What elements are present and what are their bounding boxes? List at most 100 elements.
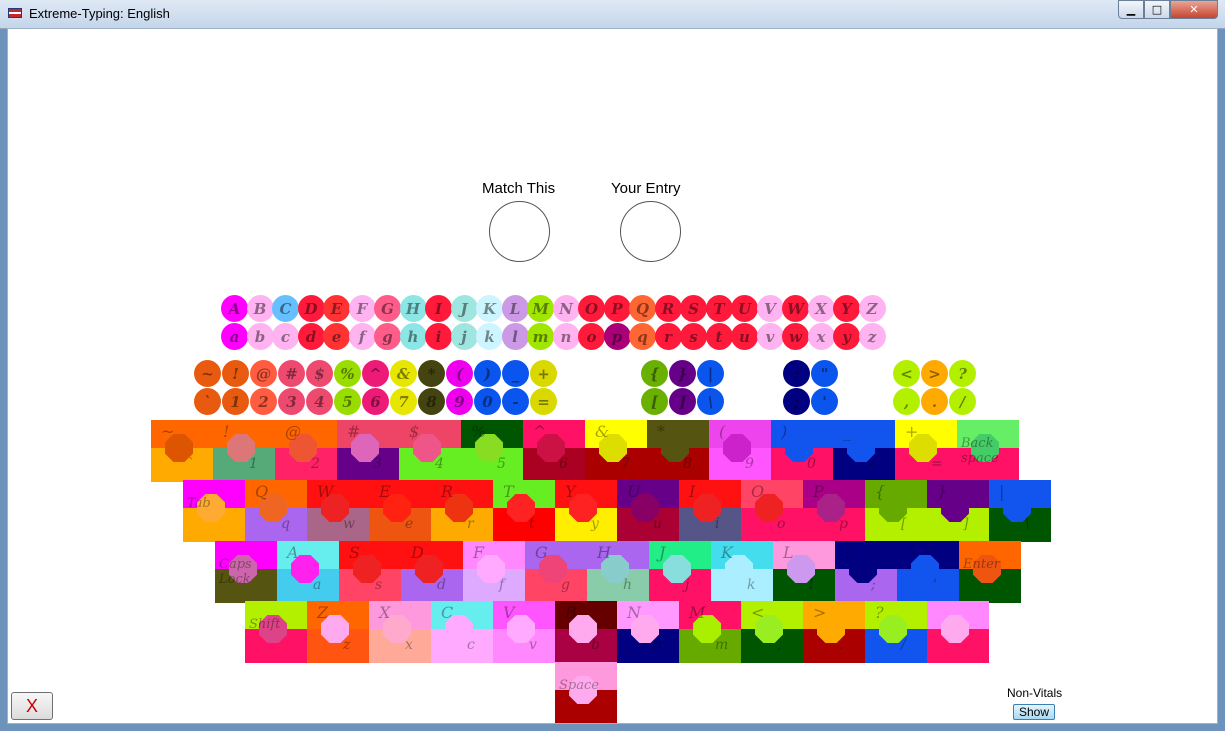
symbol-circle: )	[474, 360, 501, 387]
key[interactable]: Oo	[741, 480, 803, 542]
key[interactable]: | \	[989, 480, 1051, 542]
close-window-button[interactable]: ✕	[1170, 0, 1218, 19]
key[interactable]: " '	[897, 541, 959, 603]
key-shift-label: _	[843, 422, 851, 441]
key-tab[interactable]: Tab	[183, 480, 245, 542]
key[interactable]: #3	[337, 420, 399, 482]
key[interactable]: Ss	[339, 541, 401, 603]
key-shift-label: {	[875, 482, 886, 501]
symbol-circle: <	[893, 360, 920, 387]
key[interactable]: Mm	[679, 601, 741, 663]
key[interactable]: Gg	[525, 541, 587, 603]
key[interactable]: Tt	[493, 480, 555, 542]
letter-circle: Y	[833, 295, 860, 322]
key-shift-label: T	[503, 482, 514, 501]
maximize-button[interactable]: □	[1144, 0, 1170, 19]
key[interactable]: }]	[927, 480, 989, 542]
key[interactable]: ~ `	[151, 420, 213, 482]
key[interactable]: Ee	[369, 480, 431, 542]
symbol-circle: :	[783, 360, 810, 387]
key-shift-label: }	[937, 482, 948, 501]
key[interactable]: $4	[399, 420, 461, 482]
symbol-circle: 1	[222, 388, 249, 415]
key[interactable]: Ww	[307, 480, 369, 542]
key-label: n	[653, 637, 663, 653]
key[interactable]: Vv	[493, 601, 555, 663]
key-shift-label: L	[783, 543, 794, 562]
key[interactable]: ! 1	[213, 420, 275, 482]
key[interactable]: Rr	[431, 480, 493, 542]
key[interactable]: % 5	[461, 420, 523, 482]
key-label: Tab	[187, 496, 211, 511]
symbol-circle: '	[811, 388, 838, 415]
key[interactable]: _ -	[833, 420, 895, 482]
letter-circle: R	[654, 295, 682, 322]
key[interactable]: Hh	[587, 541, 649, 603]
key-enter[interactable]: Enter	[959, 541, 1021, 603]
key[interactable]: :;	[835, 541, 897, 603]
key[interactable]: Kk	[711, 541, 773, 603]
key-label: h	[623, 577, 633, 593]
key[interactable]: ) 0	[771, 420, 833, 482]
key-space[interactable]: Space	[555, 662, 617, 723]
key[interactable]: Ff	[463, 541, 525, 603]
key[interactable]: >.	[803, 601, 865, 663]
exit-button[interactable]: X	[11, 692, 53, 720]
key[interactable]: * 8	[647, 420, 709, 482]
key-shift-label: ?	[875, 603, 884, 622]
letter-circle: I	[425, 295, 452, 322]
key[interactable]: (9	[709, 420, 771, 482]
letter-circle: S	[680, 295, 707, 322]
key-label: x	[405, 637, 413, 653]
key[interactable]: @2	[275, 420, 337, 482]
key-shift-label: *	[657, 422, 665, 441]
non-vitals-label: Non-Vitals	[1007, 686, 1063, 700]
letter-circle: U	[731, 295, 758, 322]
key[interactable]: Ii	[679, 480, 741, 542]
key[interactable]: Yy	[555, 480, 617, 542]
key[interactable]: Pp	[803, 480, 865, 542]
key-shift-label: B	[565, 603, 577, 622]
key[interactable]: Aa	[277, 541, 339, 603]
key[interactable]	[927, 601, 989, 663]
key-label: '	[933, 577, 937, 593]
key[interactable]: <,	[741, 601, 803, 663]
key-label: f	[499, 577, 505, 593]
key-label: Caps Lock	[219, 557, 252, 587]
symbol-circle: /	[949, 388, 976, 415]
key[interactable]: Jj	[649, 541, 711, 603]
key[interactable]: Bb	[555, 601, 617, 663]
key[interactable]: + =	[895, 420, 957, 482]
key[interactable]: Xx	[369, 601, 431, 663]
key[interactable]: Dd	[401, 541, 463, 603]
key-shift[interactable]: Shift	[245, 601, 307, 663]
key-label: 7	[621, 456, 630, 472]
key-label: w	[343, 516, 355, 532]
key[interactable]: ? /	[865, 601, 927, 663]
key[interactable]: Ll	[773, 541, 835, 603]
key-label: g	[561, 577, 570, 593]
key[interactable]: Cc	[431, 601, 493, 663]
letter-circle: y	[833, 323, 860, 350]
key-shift-label: F	[473, 543, 485, 562]
key[interactable]: Nn	[617, 601, 679, 663]
key-label: a	[313, 577, 322, 593]
key-back-space[interactable]: Back space	[957, 420, 1019, 482]
letter-circle: i	[425, 323, 452, 350]
key[interactable]: & 7	[585, 420, 647, 482]
key[interactable]: Qq	[245, 480, 307, 542]
key[interactable]: Uu	[617, 480, 679, 542]
show-button[interactable]: Show	[1013, 704, 1055, 720]
key-label: 2	[311, 456, 320, 472]
key-caps-lock[interactable]: Caps Lock	[215, 541, 277, 603]
key[interactable]: ^ 6	[523, 420, 585, 482]
key[interactable]: Zz	[307, 601, 369, 663]
symbol-circle: #	[278, 360, 305, 387]
minimize-button[interactable]: ▁	[1118, 0, 1144, 19]
key[interactable]: {[	[865, 480, 927, 542]
key-label: b	[591, 637, 600, 653]
letter-circle: C	[272, 295, 299, 322]
window-title: Extreme-Typing: English	[29, 6, 170, 21]
key-shift-label: |	[999, 482, 1005, 501]
symbol-circle: -	[502, 388, 529, 415]
